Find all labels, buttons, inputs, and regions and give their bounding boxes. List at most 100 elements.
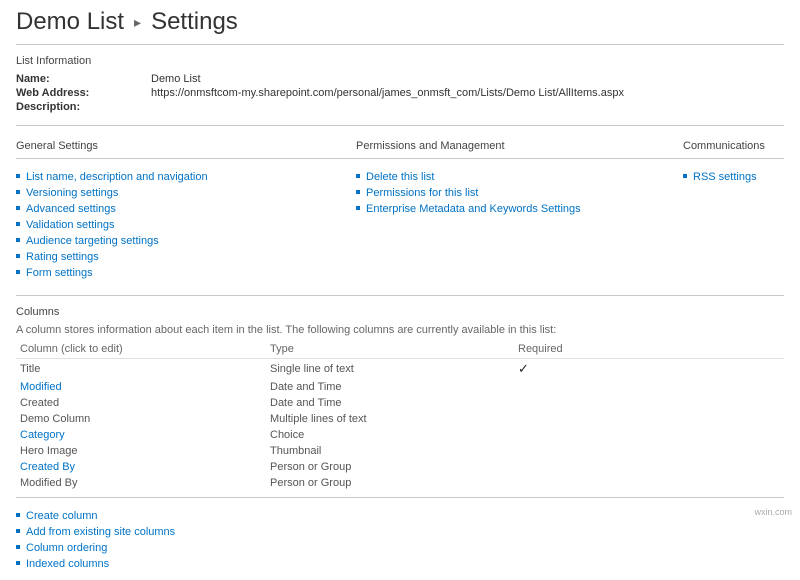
table-row: Modified Date and Time <box>16 379 784 395</box>
info-label-description: Description: <box>16 101 151 113</box>
permissions-link[interactable]: Permissions for this list <box>366 187 478 199</box>
communications-section: Communications RSS settings <box>683 136 784 281</box>
table-row: Modified ByPerson or Group <box>16 475 784 491</box>
general-settings-heading: General Settings <box>16 140 356 152</box>
list-item: Validation settings <box>16 217 356 233</box>
general-link[interactable]: List name, description and navigation <box>26 171 208 183</box>
list-item: Create column <box>16 508 784 524</box>
table-row: TitleSingle line of text ✓ <box>16 359 784 380</box>
list-item: Permissions for this list <box>356 185 683 201</box>
general-link[interactable]: Audience targeting settings <box>26 235 159 247</box>
check-icon: ✓ <box>518 361 529 376</box>
column-name[interactable]: Modified By <box>16 475 266 491</box>
add-existing-columns-link[interactable]: Add from existing site columns <box>26 526 175 538</box>
permissions-heading: Permissions and Management <box>356 140 683 152</box>
general-link[interactable]: Validation settings <box>26 219 114 231</box>
list-item: Advanced settings <box>16 201 356 217</box>
column-required <box>514 475 784 491</box>
divider <box>16 295 784 296</box>
chevron-right-icon: ▸ <box>134 14 141 31</box>
column-required: ✓ <box>514 359 784 380</box>
divider <box>16 158 356 159</box>
column-required <box>514 395 784 411</box>
column-required <box>514 411 784 427</box>
columns-description: A column stores information about each i… <box>16 324 784 336</box>
divider <box>16 497 784 498</box>
divider <box>16 44 784 45</box>
table-row: Category Choice <box>16 427 784 443</box>
column-type: Date and Time <box>266 395 514 411</box>
list-item: Audience targeting settings <box>16 233 356 249</box>
breadcrumb: Demo List ▸ Settings <box>16 0 784 42</box>
list-item: Rating settings <box>16 249 356 265</box>
column-type: Date and Time <box>266 379 514 395</box>
general-settings-section: General Settings List name, description … <box>16 136 356 281</box>
permissions-section: Permissions and Management Delete this l… <box>356 136 683 281</box>
communications-heading: Communications <box>683 140 784 152</box>
column-type: Person or Group <box>266 459 514 475</box>
list-item: Delete this list <box>356 169 683 185</box>
column-name-link[interactable]: Category <box>20 429 65 441</box>
column-name[interactable]: Created <box>16 395 266 411</box>
column-type: Multiple lines of text <box>266 411 514 427</box>
table-row: Demo ColumnMultiple lines of text <box>16 411 784 427</box>
list-item: Column ordering <box>16 540 784 556</box>
list-item: Versioning settings <box>16 185 356 201</box>
divider <box>16 125 784 126</box>
general-link[interactable]: Rating settings <box>26 251 99 263</box>
table-header-row: Column (click to edit) Type Required <box>16 340 784 359</box>
column-name[interactable]: Hero Image <box>16 443 266 459</box>
columns-table: Column (click to edit) Type Required Tit… <box>16 340 784 491</box>
create-column-link[interactable]: Create column <box>26 510 98 522</box>
column-type: Thumbnail <box>266 443 514 459</box>
general-link[interactable]: Versioning settings <box>26 187 118 199</box>
column-type: Choice <box>266 427 514 443</box>
permissions-link[interactable]: Delete this list <box>366 171 434 183</box>
general-settings-list: List name, description and navigation Ve… <box>16 169 356 281</box>
table-row: Created By Person or Group <box>16 459 784 475</box>
column-name-link[interactable]: Created By <box>20 461 75 473</box>
general-link[interactable]: Advanced settings <box>26 203 116 215</box>
breadcrumb-parent[interactable]: Demo List <box>16 8 124 36</box>
info-value-name: Demo List <box>151 73 201 85</box>
column-required <box>514 379 784 395</box>
general-link[interactable]: Form settings <box>26 267 93 279</box>
list-item: RSS settings <box>683 169 784 185</box>
info-value-webaddress: https://onmsftcom-my.sharepoint.com/pers… <box>151 87 624 99</box>
col-header-required: Required <box>514 340 784 359</box>
columns-heading: Columns <box>16 306 784 318</box>
column-type: Single line of text <box>266 359 514 380</box>
table-row: Hero ImageThumbnail <box>16 443 784 459</box>
indexed-columns-link[interactable]: Indexed columns <box>26 558 109 570</box>
info-row: Name: Demo List <box>16 73 784 85</box>
list-item: Form settings <box>16 265 356 281</box>
list-item: Enterprise Metadata and Keywords Setting… <box>356 201 683 217</box>
column-required <box>514 443 784 459</box>
communications-link[interactable]: RSS settings <box>693 171 757 183</box>
column-required <box>514 459 784 475</box>
column-name-link[interactable]: Modified <box>20 381 62 393</box>
info-label-name: Name: <box>16 73 151 85</box>
column-name[interactable]: Demo Column <box>16 411 266 427</box>
permissions-list: Delete this list Permissions for this li… <box>356 169 683 217</box>
list-information-heading: List Information <box>16 55 784 67</box>
divider <box>683 158 784 159</box>
settings-columns: General Settings List name, description … <box>16 136 784 281</box>
column-type: Person or Group <box>266 475 514 491</box>
breadcrumb-current: Settings <box>151 8 238 36</box>
column-name[interactable]: Title <box>16 359 266 380</box>
column-required <box>514 427 784 443</box>
info-label-webaddress: Web Address: <box>16 87 151 99</box>
list-item: Indexed columns <box>16 556 784 572</box>
col-header-type: Type <box>266 340 514 359</box>
list-item: List name, description and navigation <box>16 169 356 185</box>
communications-list: RSS settings <box>683 169 784 185</box>
column-ordering-link[interactable]: Column ordering <box>26 542 107 554</box>
table-row: CreatedDate and Time <box>16 395 784 411</box>
watermark: wxin.com <box>754 507 792 517</box>
list-information: Name: Demo List Web Address: https://onm… <box>16 73 784 113</box>
info-row: Description: <box>16 101 784 113</box>
permissions-link[interactable]: Enterprise Metadata and Keywords Setting… <box>366 203 581 215</box>
info-row: Web Address: https://onmsftcom-my.sharep… <box>16 87 784 99</box>
divider <box>356 158 683 159</box>
